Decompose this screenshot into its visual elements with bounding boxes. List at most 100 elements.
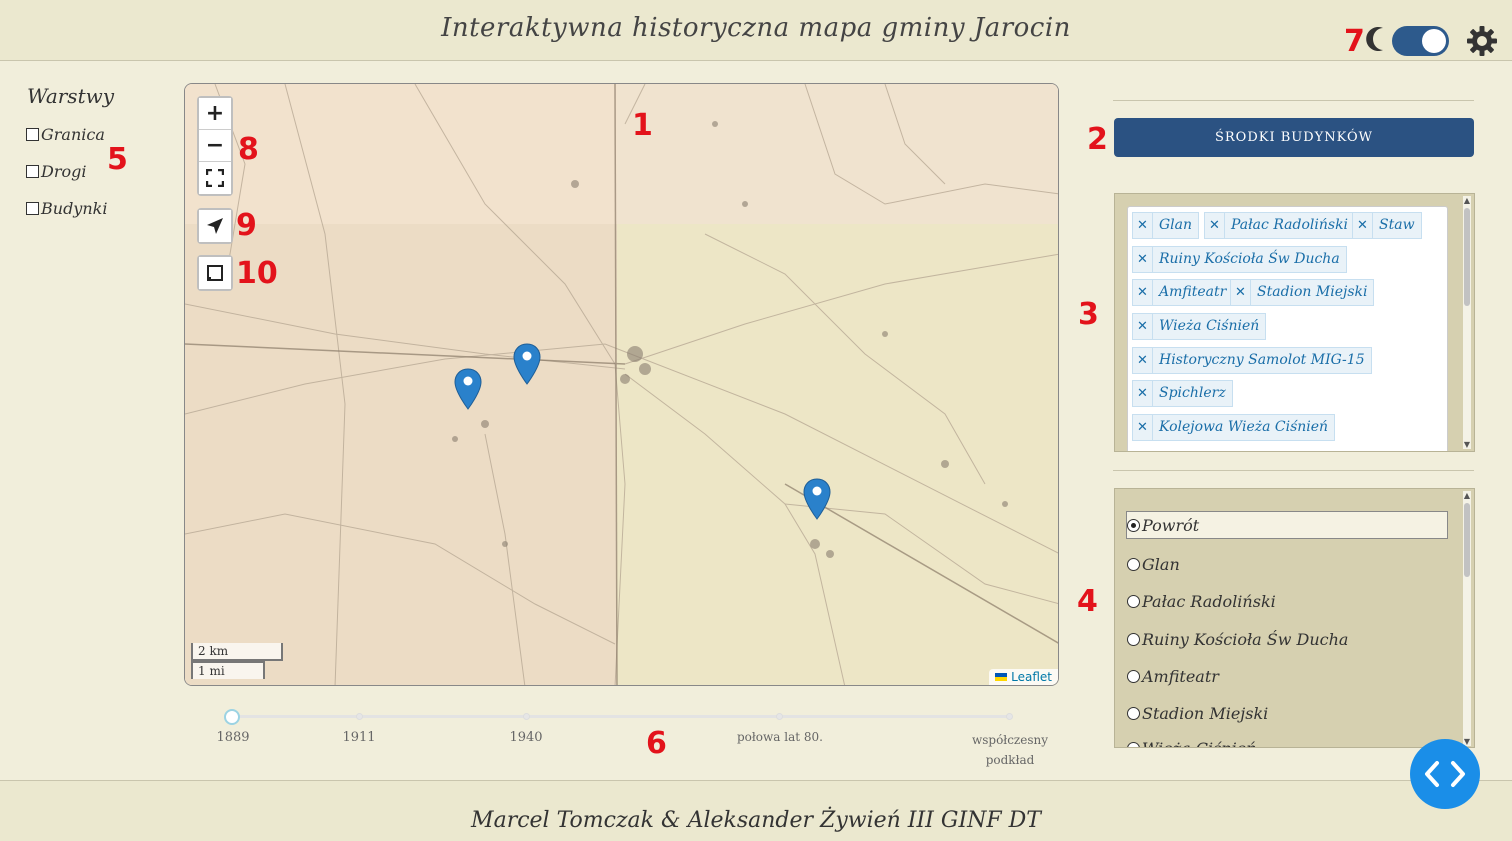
map-marker[interactable] (454, 368, 482, 410)
scale-km: 2 km (191, 643, 283, 661)
ukraine-flag-icon (995, 673, 1008, 681)
remove-tag-button[interactable]: ✕ (1133, 280, 1153, 305)
code-icon (1425, 761, 1465, 787)
draw-control (197, 255, 233, 291)
leaflet-link[interactable]: Leaflet (1011, 670, 1052, 684)
tag: ✕ Kolejowa Wieża Ciśnień (1132, 414, 1336, 441)
radio-label: Glan (1142, 555, 1180, 574)
tag: ✕ Wieża Ciśnień (1132, 313, 1267, 340)
radio-option[interactable]: Amfiteatr (1127, 667, 1219, 686)
timeline-tick: 1911 (342, 730, 376, 745)
remove-tag-button[interactable]: ✕ (1205, 213, 1225, 238)
checkbox[interactable] (26, 165, 39, 178)
header: Interaktywna historyczna mapa gminy Jaro… (0, 0, 1512, 61)
annotation-1: 1 (632, 108, 653, 143)
radio-option[interactable]: Powrót (1126, 511, 1448, 539)
zoom-out-button[interactable]: − (199, 130, 231, 162)
radio-scrollbar[interactable]: ▲ ▼ (1463, 491, 1471, 746)
remove-tag-button[interactable]: ✕ (1133, 381, 1153, 406)
remove-tag-button[interactable]: ✕ (1133, 213, 1153, 238)
tag-label: Amfiteatr (1159, 284, 1227, 300)
radio-option[interactable]: Pałac Radoliński (1127, 592, 1276, 611)
layers-title: Warstwy (27, 84, 115, 108)
scroll-thumb[interactable] (1464, 503, 1470, 577)
map-attribution[interactable]: Leaflet (989, 669, 1058, 685)
tag-label: Wieża Ciśnień (1159, 318, 1260, 334)
annotation-6: 6 (646, 726, 667, 761)
radio-label: Ruiny Kościoła Św Ducha (1142, 630, 1349, 649)
timeline-handle[interactable] (224, 709, 240, 725)
selected-tags-box: ✕ Glan ✕ Pałac Radoliński ✕ Staw ✕ Ruiny Koś… (1114, 193, 1475, 452)
tag: ✕ Stadion Miejski (1230, 279, 1375, 306)
timeline-step[interactable] (776, 713, 783, 720)
radio-label: Amfiteatr (1142, 667, 1219, 686)
annotation-9: 9 (236, 208, 257, 243)
tag-list[interactable]: ✕ Glan ✕ Pałac Radoliński ✕ Staw ✕ Ruiny Koś… (1127, 206, 1448, 451)
radio-label: Stadion Miejski (1142, 704, 1269, 723)
tag: ✕ Amfiteatr (1132, 279, 1234, 306)
tag: ✕ Glan (1132, 212, 1200, 239)
radio-button[interactable] (1127, 558, 1140, 571)
annotation-10: 10 (236, 256, 278, 291)
remove-tag-button[interactable]: ✕ (1133, 348, 1153, 373)
tag: ✕ Spichlerz (1132, 380, 1233, 407)
radio-button[interactable] (1127, 595, 1140, 608)
draw-rectangle-icon (207, 265, 223, 281)
timeline-step[interactable] (523, 713, 530, 720)
remove-tag-button[interactable]: ✕ (1231, 280, 1251, 305)
remove-tag-button[interactable]: ✕ (1133, 247, 1153, 272)
locate-arrow-icon (207, 218, 223, 234)
radio-button[interactable] (1127, 518, 1140, 532)
radio-option[interactable]: Wieża Ciśnień (1127, 739, 1257, 747)
zoom-control: + − (197, 96, 233, 196)
scroll-up-icon[interactable]: ▲ (1463, 196, 1471, 205)
location-radio-list: Powrót Glan Pałac Radoliński Ruiny Kości… (1114, 488, 1475, 748)
divider (1113, 100, 1474, 101)
locate-button[interactable] (199, 210, 231, 242)
draw-rectangle-button[interactable] (199, 257, 231, 289)
scroll-down-icon[interactable]: ▼ (1463, 440, 1471, 449)
tag-label: Pałac Radoliński (1231, 217, 1349, 233)
timeline-tick: współczesny podkład (971, 733, 1049, 767)
radio-option[interactable]: Glan (1127, 555, 1180, 574)
map-view[interactable]: + − 2 km 1 mi Leaflet (184, 83, 1059, 686)
scale-mi: 1 mi (191, 661, 265, 679)
radio-button[interactable] (1127, 742, 1140, 747)
tag: ✕ Pałac Radoliński (1204, 212, 1356, 239)
checkbox[interactable] (26, 202, 39, 215)
timeline-track[interactable] (232, 715, 1010, 718)
map-marker[interactable] (803, 478, 831, 520)
map-marker[interactable] (513, 343, 541, 385)
fullscreen-button[interactable] (199, 162, 231, 194)
scroll-up-icon[interactable]: ▲ (1463, 491, 1471, 500)
annotation-7: 7 (1344, 24, 1365, 59)
radio-button[interactable] (1127, 633, 1140, 646)
building-centers-button[interactable]: ŚRODKI BUDYNKÓW (1114, 118, 1474, 157)
locate-control (197, 208, 233, 244)
timeline-step[interactable] (356, 713, 363, 720)
remove-tag-button[interactable]: ✕ (1133, 415, 1153, 440)
radio-button[interactable] (1127, 707, 1140, 720)
radio-button[interactable] (1127, 670, 1140, 683)
dark-mode-toggle[interactable] (1392, 26, 1449, 56)
zoom-in-button[interactable]: + (199, 98, 231, 130)
layer-granica[interactable]: Granica (26, 125, 105, 144)
gear-icon[interactable] (1466, 25, 1498, 57)
radio-option[interactable]: Stadion Miejski (1127, 704, 1268, 723)
scroll-thumb[interactable] (1464, 208, 1470, 306)
timeline-tick: 1940 (509, 730, 543, 745)
tag-label: Spichlerz (1159, 385, 1226, 401)
tags-scrollbar[interactable]: ▲ ▼ (1463, 196, 1471, 449)
radio-option[interactable]: Ruiny Kościoła Św Ducha (1127, 630, 1348, 649)
checkbox[interactable] (26, 128, 39, 141)
remove-tag-button[interactable]: ✕ (1353, 213, 1373, 238)
fullscreen-icon (206, 169, 224, 187)
radio-label: Powrót (1142, 515, 1200, 535)
code-button[interactable] (1410, 739, 1480, 809)
annotation-2: 2 (1087, 122, 1108, 157)
layer-drogi[interactable]: Drogi (26, 162, 86, 181)
layer-label: Budynki (41, 199, 108, 218)
remove-tag-button[interactable]: ✕ (1133, 314, 1153, 339)
timeline-step[interactable] (1006, 713, 1013, 720)
layer-budynki[interactable]: Budynki (26, 199, 107, 218)
